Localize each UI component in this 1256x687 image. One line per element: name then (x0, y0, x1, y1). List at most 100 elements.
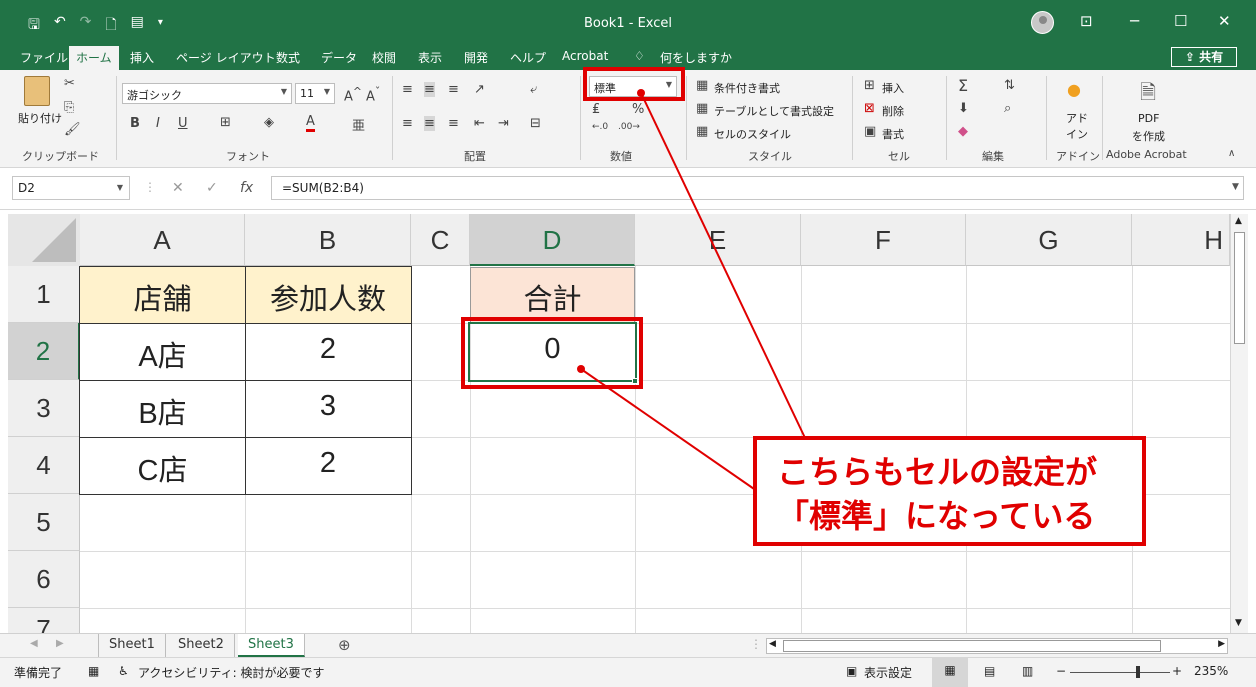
bold-button[interactable]: B (130, 116, 140, 131)
cell-d1[interactable]: 合計 (470, 276, 635, 318)
merge-center-icon[interactable]: ⊟ (530, 116, 541, 131)
cell-b4[interactable]: 2 (245, 447, 411, 480)
expand-formula-bar-icon[interactable]: ▼ (1232, 182, 1239, 192)
phonetic-icon[interactable]: 亜 (352, 115, 365, 134)
cell-styles-icon[interactable]: ▦ (696, 124, 708, 139)
tell-me-search[interactable]: 何をしますか (660, 49, 732, 66)
sheet-tab-2[interactable]: Sheet2 (168, 634, 235, 657)
align-top-icon[interactable]: ≡ (402, 82, 413, 97)
share-button[interactable]: ⇪ 共有 (1171, 47, 1237, 67)
row-header-2[interactable]: 2 (8, 323, 80, 380)
tab-insert[interactable]: 挿入 (130, 49, 154, 66)
name-box[interactable]: D2 ▼ (12, 176, 130, 200)
page-layout-view-icon[interactable]: ▤ (984, 664, 995, 678)
cut-icon[interactable]: ✂ (64, 76, 75, 91)
format-painter-icon[interactable]: 🖌 (64, 122, 81, 137)
scroll-down-icon[interactable]: ▼ (1235, 618, 1242, 628)
addins-icon[interactable]: ● (1067, 80, 1081, 99)
increase-font-icon[interactable]: A^ (344, 85, 362, 104)
tab-review[interactable]: 校閲 (372, 49, 396, 66)
clear-icon[interactable]: ◆ (958, 124, 968, 139)
wrap-text-icon[interactable]: ⤶ (530, 82, 537, 97)
select-all-button[interactable] (8, 214, 80, 266)
cell-a1[interactable]: 店舗 (80, 276, 245, 318)
worksheet-grid[interactable]: A B C D E F G H 1 2 3 4 5 6 7 店舗 参加人数 A店… (0, 210, 1256, 633)
cell-b3[interactable]: 3 (245, 390, 411, 423)
vertical-scroll-thumb[interactable] (1234, 232, 1245, 344)
row-header-6[interactable]: 6 (8, 551, 80, 608)
tab-view[interactable]: 表示 (418, 49, 442, 66)
delete-cells-icon[interactable]: ⊠ (864, 101, 875, 116)
font-size-combo[interactable]: 11 ▼ (295, 83, 335, 104)
next-sheet-icon[interactable]: ▶ (56, 638, 64, 649)
pdf-icon[interactable]: 🗎 (1140, 78, 1156, 112)
minimize-icon[interactable]: ─ (1130, 12, 1139, 30)
find-select-icon[interactable]: ⌕ (1004, 101, 1011, 116)
format-cells-button[interactable]: 書式 (882, 126, 904, 142)
create-pdf-label[interactable]: を作成 (1132, 128, 1165, 144)
accounting-format-icon[interactable]: ₤ (592, 102, 600, 117)
zoom-level[interactable]: 235% (1194, 664, 1228, 678)
column-header-b[interactable]: B (245, 214, 411, 266)
tab-developer[interactable]: 開発 (464, 49, 488, 66)
row-header-4[interactable]: 4 (8, 437, 80, 494)
sheet-tab-1[interactable]: Sheet1 (98, 634, 166, 657)
save-icon[interactable]: 🖫 (28, 14, 40, 38)
font-color-icon[interactable]: A (306, 115, 315, 132)
zoom-slider-thumb[interactable] (1136, 666, 1140, 678)
align-bottom-icon[interactable]: ≡ (448, 82, 459, 97)
sheet-tab-3[interactable]: Sheet3 (238, 634, 305, 657)
copy-icon[interactable]: ⎘ (64, 100, 74, 115)
accessibility-status[interactable]: アクセシビリティ: 検討が必要です (138, 664, 325, 681)
fill-color-icon[interactable]: ◈ (264, 115, 274, 130)
cell-b1[interactable]: 参加人数 (245, 276, 411, 318)
print-preview-icon[interactable]: 🗋 (105, 14, 116, 38)
insert-function-icon[interactable]: fx (240, 180, 253, 196)
increase-decimal-icon[interactable]: ←.0 (592, 122, 608, 132)
decrease-indent-icon[interactable]: ⇤ (474, 116, 485, 131)
column-header-h[interactable]: H (1132, 214, 1230, 266)
cancel-icon[interactable]: ✕ (172, 180, 184, 196)
addins-label-2[interactable]: イン (1066, 126, 1088, 142)
formula-input[interactable]: =SUM(B2:B4) (271, 176, 1244, 200)
format-as-table-button[interactable]: テーブルとして書式設定 (714, 103, 834, 119)
account-avatar[interactable] (1031, 11, 1054, 34)
borders-icon[interactable]: ⊞ (220, 115, 231, 130)
autosum-icon[interactable]: Σ (958, 76, 968, 95)
tab-home[interactable]: ホーム (69, 46, 119, 72)
column-header-c[interactable]: C (411, 214, 470, 266)
conditional-format-icon[interactable]: ▦ (696, 78, 708, 93)
tab-acrobat[interactable]: Acrobat (562, 49, 608, 63)
underline-button[interactable]: U (178, 116, 188, 131)
column-header-d[interactable]: D (470, 214, 635, 266)
increase-indent-icon[interactable]: ⇥ (498, 116, 509, 131)
cell-a2[interactable]: A店 (80, 333, 245, 375)
maximize-icon[interactable]: ☐ (1174, 12, 1187, 30)
collapse-ribbon-icon[interactable]: ∧ (1228, 148, 1235, 159)
italic-button[interactable]: I (156, 116, 160, 131)
undo-icon[interactable]: ↶ (54, 14, 66, 38)
insert-cells-button[interactable]: 挿入 (882, 80, 904, 96)
zoom-in-icon[interactable]: + (1172, 664, 1182, 678)
tab-page-layout[interactable]: ページ レイアウト (176, 49, 276, 66)
horizontal-scrollbar[interactable]: ◀ ▶ (766, 638, 1228, 654)
scroll-left-icon[interactable]: ◀ (769, 639, 776, 649)
insert-cells-icon[interactable]: ⊞ (864, 78, 875, 93)
customize-qat-icon[interactable]: ▾ (158, 17, 163, 38)
align-left-icon[interactable]: ≡ (402, 116, 413, 131)
orientation-icon[interactable]: ↗ (474, 82, 485, 97)
format-cells-icon[interactable]: ▣ (864, 124, 876, 139)
font-name-combo[interactable]: 游ゴシック ▼ (122, 83, 292, 104)
row-header-1[interactable]: 1 (8, 266, 80, 323)
conditional-format-button[interactable]: 条件付き書式 (714, 80, 780, 96)
row-header-5[interactable]: 5 (8, 494, 80, 551)
column-header-e[interactable]: E (635, 214, 801, 266)
addins-label-1[interactable]: アド (1066, 110, 1088, 126)
align-center-icon[interactable]: ≡ (424, 116, 435, 131)
delete-cells-button[interactable]: 削除 (882, 103, 904, 119)
paste-label[interactable]: 貼り付け (18, 110, 62, 126)
macro-record-icon[interactable]: ▦ (88, 664, 99, 678)
format-as-table-icon[interactable]: ▦ (696, 101, 708, 116)
fill-icon[interactable]: ⬇ (958, 101, 969, 116)
tab-help[interactable]: ヘルプ (510, 49, 546, 66)
